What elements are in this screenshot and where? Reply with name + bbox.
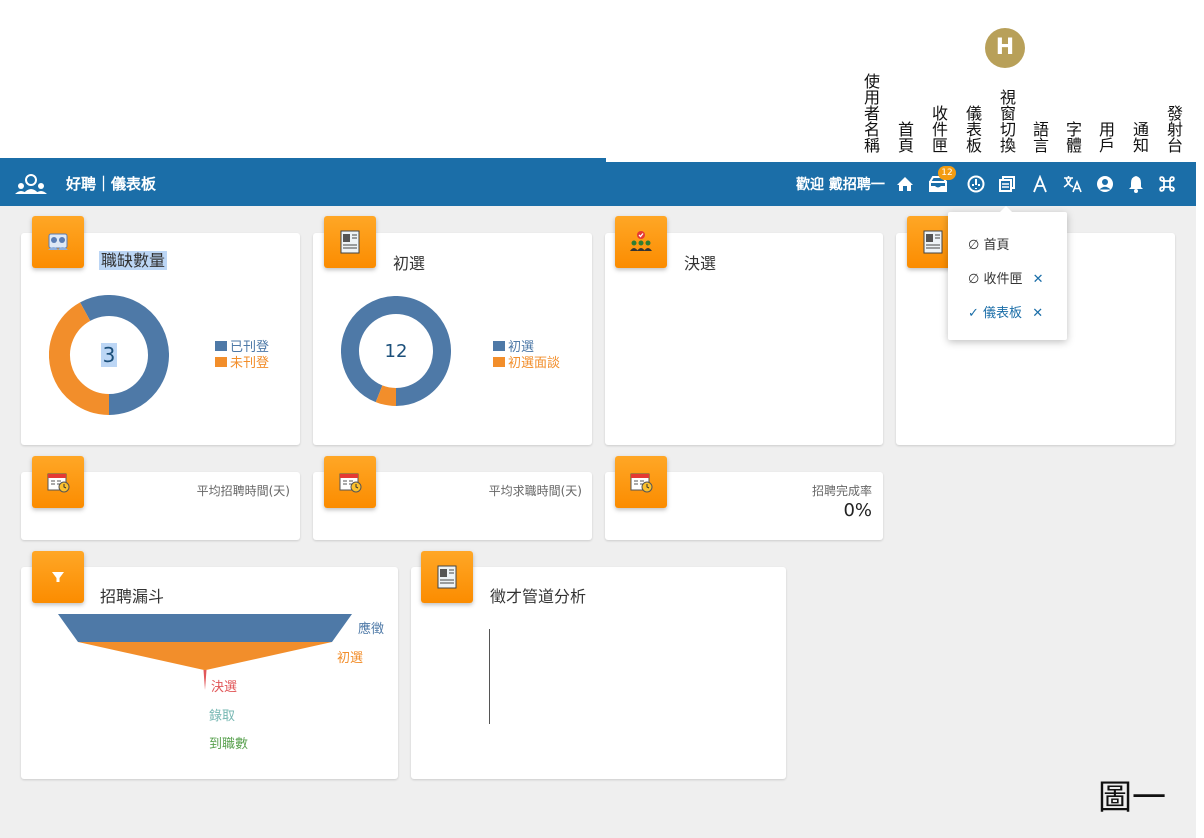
calendar-clock-icon: [324, 456, 376, 508]
funnel-label: 初選: [337, 651, 363, 666]
annotation-label: 語言: [1032, 120, 1049, 155]
annotation-label: 儀表板: [965, 104, 982, 155]
annotation-label: 首頁: [897, 120, 914, 155]
filter-icon: [32, 551, 84, 603]
window-switch-dropdown: ∅ 首頁 ∅ 收件匣 ✕ ✓ 儀表板 ✕: [948, 206, 1067, 340]
home-icon[interactable]: [893, 172, 917, 196]
completion-rate-title: 招聘完成率: [811, 484, 872, 498]
eye-off-icon: ∅: [968, 238, 980, 253]
close-icon[interactable]: ✕: [1033, 272, 1044, 287]
resume-icon: [421, 551, 473, 603]
dropdown-item-dashboard[interactable]: ✓ 儀表板 ✕: [968, 302, 1043, 321]
funnel-label: 應徵: [358, 621, 384, 637]
close-icon[interactable]: ✕: [1032, 306, 1043, 321]
annotation-label: 通知: [1132, 120, 1149, 155]
funnel-segment: [203, 670, 207, 690]
page-title: 好聘｜儀表板: [66, 175, 157, 193]
card-vacancies-title: 職缺數量: [99, 251, 168, 270]
command-icon[interactable]: [1155, 172, 1179, 196]
figure-label: 圖一: [1098, 778, 1166, 818]
eye-icon: ✓: [968, 306, 979, 321]
resume-icon: [324, 216, 376, 268]
welcome-username[interactable]: 歡迎 戴招聘一: [796, 174, 885, 194]
dropdown-item-home[interactable]: ∅ 首頁: [968, 234, 1009, 253]
card-final-title: 決選: [684, 254, 717, 273]
screening-legend: 初選 初選面談: [493, 340, 560, 372]
funnel-label: 決選: [211, 680, 237, 695]
dropdown-item-inbox[interactable]: ∅ 收件匣 ✕: [968, 268, 1044, 287]
legend-item: 已刊登: [215, 340, 269, 356]
user-icon[interactable]: [1093, 172, 1117, 196]
avg-job-search-time-title: 平均求職時間(天): [488, 484, 582, 498]
dashboard-icon[interactable]: [964, 172, 988, 196]
annotation-badge-h: H: [985, 28, 1025, 68]
calendar-clock-icon: [615, 456, 667, 508]
funnel-segment: [58, 614, 352, 642]
card-channel-title: 徵才管道分析: [490, 587, 587, 606]
screening-center-value: 12: [384, 340, 408, 362]
chart-axis-line: [489, 629, 490, 724]
inbox-count-badge: 12: [938, 166, 956, 180]
team-check-icon: [615, 216, 667, 268]
briefcase-people-icon: [32, 216, 84, 268]
vacancies-legend: 已刊登 未刊登: [215, 340, 269, 372]
legend-item: 未刊登: [215, 356, 269, 372]
vacancies-center-value: 3: [100, 343, 118, 367]
funnel-label: 到職數: [209, 737, 248, 752]
language-icon[interactable]: [1061, 172, 1085, 196]
legend-item: 初選面談: [493, 356, 560, 372]
card-screening-title: 初選: [393, 254, 426, 273]
font-icon[interactable]: [1028, 172, 1052, 196]
funnel-label: 錄取: [209, 709, 235, 724]
calendar-clock-icon: [32, 456, 84, 508]
annotation-label: 發射台: [1166, 104, 1183, 155]
annotation-label: 用戶: [1098, 120, 1115, 155]
annotation-label: 字體: [1065, 120, 1082, 155]
logo-icon: [15, 174, 47, 194]
completion-rate-value: 0%: [843, 500, 872, 521]
annotation-label: 收件匣: [931, 104, 948, 155]
bell-icon[interactable]: [1124, 172, 1148, 196]
window-switch-icon[interactable]: [995, 172, 1019, 196]
avg-hire-time-title: 平均招聘時間(天): [196, 484, 290, 498]
legend-item: 初選: [493, 340, 560, 356]
annotation-label: 視窗切換: [999, 88, 1016, 155]
annotation-label: 使用者名稱: [863, 72, 880, 155]
funnel-segment: [78, 642, 332, 670]
screenshot: 使用者名稱首頁收件匣儀表板視窗切換語言字體用戶通知發射台 H 好聘｜儀表板 歡迎…: [0, 0, 1204, 838]
eye-off-icon: ∅: [968, 272, 980, 287]
top-navbar: 好聘｜儀表板 歡迎 戴招聘一: [0, 158, 1196, 206]
